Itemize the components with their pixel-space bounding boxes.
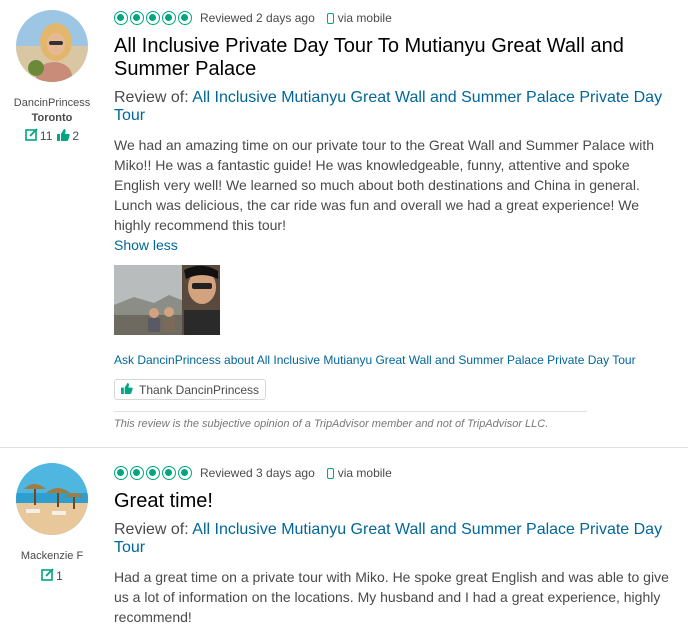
rating-bubbles (114, 466, 192, 480)
rating-line: Reviewed 3 days ago via mobile (114, 464, 674, 482)
rating-bubbles (114, 11, 192, 25)
member-counts: 11 2 (0, 128, 104, 144)
contribution-count: 1 (56, 569, 63, 583)
ask-reviewer-link[interactable]: Ask DancinPrincess about All Inclusive M… (114, 353, 674, 367)
rating-bubble-icon (114, 466, 128, 480)
via-mobile-label: via mobile (337, 11, 392, 25)
review-photo[interactable] (114, 265, 220, 335)
member-username[interactable]: DancinPrincess (0, 96, 104, 110)
mobile-phone-icon (326, 467, 334, 479)
review-count-icon (41, 568, 54, 584)
member-username[interactable]: Mackenzie F (0, 549, 104, 563)
via-mobile: via mobile (326, 11, 392, 25)
member-info: Mackenzie F 1 (0, 463, 104, 584)
review-date: Reviewed 3 days ago (200, 466, 315, 480)
rating-bubble-icon (130, 466, 144, 480)
rating-bubble-icon (146, 11, 160, 25)
review-of-link[interactable]: All Inclusive Mutianyu Great Wall and Su… (114, 89, 662, 124)
helpful-votes-count: 2 (72, 129, 80, 143)
rating-line: Reviewed 2 days ago via mobile (114, 9, 674, 27)
review-of-prefix: Review of: (114, 89, 189, 106)
review-body: We had an amazing time on our private to… (114, 137, 655, 233)
via-mobile: via mobile (326, 466, 392, 480)
via-mobile-label: via mobile (337, 466, 392, 480)
thank-button-label: Thank DancinPrincess (139, 382, 260, 397)
member-info: DancinPrincess Toronto 11 2 (0, 10, 104, 144)
thank-button[interactable]: Thank DancinPrincess (114, 379, 267, 400)
review-title[interactable]: All Inclusive Private Day Tour To Mutian… (114, 35, 674, 81)
rating-bubble-icon (178, 466, 192, 480)
review-count-icon (25, 128, 38, 144)
thumbs-up-icon (121, 382, 133, 397)
rating-bubble-icon (130, 11, 144, 25)
show-less-link[interactable]: Show less (114, 235, 674, 255)
rating-bubble-icon (162, 466, 176, 480)
rating-bubble-icon (114, 11, 128, 25)
contribution-count: 11 (39, 129, 53, 143)
avatar[interactable] (16, 463, 88, 535)
rating-bubble-icon (178, 11, 192, 25)
member-counts: 1 (0, 568, 104, 584)
avatar[interactable] (16, 10, 88, 82)
review-disclaimer: This review is the subjective opinion of… (114, 418, 549, 430)
review-card: Mackenzie F 1 Reviewed 3 days ago via mo… (0, 448, 688, 633)
member-location: Toronto (31, 112, 73, 124)
review-date: Reviewed 2 days ago (200, 11, 315, 25)
review-title[interactable]: Great time! (114, 490, 674, 513)
review-body: Had a great time on a private tour with … (114, 569, 669, 625)
review-card: DancinPrincess Toronto 11 2 Reviewed 2 d… (0, 0, 688, 448)
rating-bubble-icon (162, 11, 176, 25)
review-of-link[interactable]: All Inclusive Mutianyu Great Wall and Su… (114, 521, 662, 556)
review-of: Review of: All Inclusive Mutianyu Great … (114, 521, 674, 557)
review-content: Reviewed 3 days ago via mobile Great tim… (114, 464, 674, 627)
review-of-prefix: Review of: (114, 521, 189, 538)
mobile-phone-icon (326, 12, 334, 24)
rating-bubble-icon (146, 466, 160, 480)
divider (114, 411, 587, 412)
review-content: Reviewed 2 days ago via mobile All Inclu… (114, 9, 674, 430)
review-of: Review of: All Inclusive Mutianyu Great … (114, 89, 674, 125)
thumbs-up-icon (57, 128, 71, 144)
